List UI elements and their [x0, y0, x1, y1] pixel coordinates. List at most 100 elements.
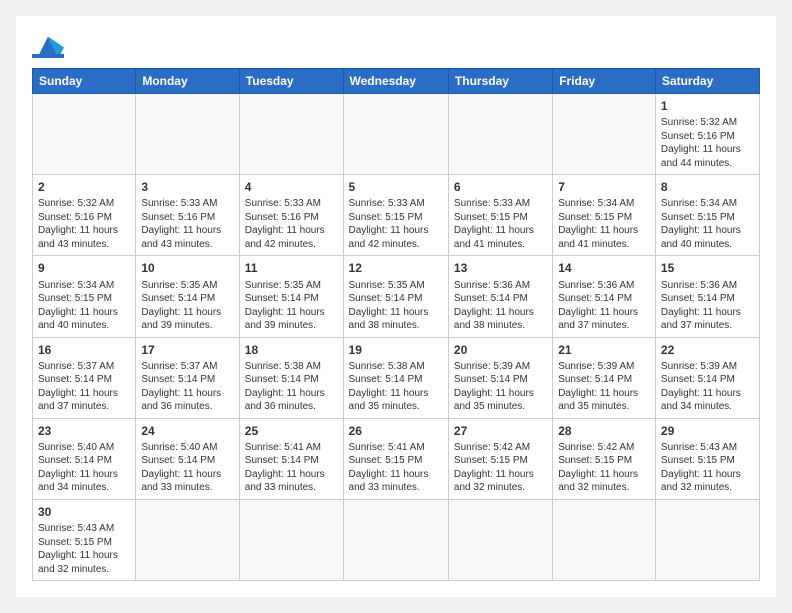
day-cell-30: 30 Sunrise: 5:43 AMSunset: 5:15 PMDayligh…	[33, 499, 136, 580]
day-cell-25: 25Sunrise: 5:41 AMSunset: 5:14 PMDayligh…	[239, 418, 343, 499]
logo-icon	[32, 32, 64, 60]
sunrise-label: Sunrise: 5:37 AM	[141, 361, 217, 372]
daylight-label: Daylight: 11 hours and 44 minutes.	[661, 144, 741, 169]
day-cell-4: 4Sunrise: 5:33 AMSunset: 5:16 PMDaylight…	[239, 175, 343, 256]
daylight-label: Daylight: 11 hours and 38 minutes.	[349, 307, 429, 332]
day-cell-23: 23Sunrise: 5:40 AMSunset: 5:14 PMDayligh…	[33, 418, 136, 499]
empty-cell	[239, 499, 343, 580]
weekday-header-tuesday: Tuesday	[239, 69, 343, 94]
daylight-label: Daylight: 11 hours and 39 minutes.	[245, 307, 325, 332]
day-cell-7: 7 Sunrise: 5:34 AMSunset: 5:15 PMDaylight…	[553, 175, 656, 256]
calendar-row-4: 23Sunrise: 5:40 AMSunset: 5:14 PMDayligh…	[33, 418, 760, 499]
sunset-label: Sunset: 5:14 PM	[558, 374, 632, 385]
sunset-label: Sunset: 5:14 PM	[245, 455, 319, 466]
day-number-25: 25	[245, 423, 338, 439]
calendar-row-3: 16Sunrise: 5:37 AMSunset: 5:14 PMDayligh…	[33, 337, 760, 418]
sunrise-label: Sunrise: 5:40 AM	[141, 442, 217, 453]
sunset-label: Sunset: 5:14 PM	[245, 374, 319, 385]
calendar-table: SundayMondayTuesdayWednesdayThursdayFrid…	[32, 68, 760, 581]
day-info-10: Sunrise: 5:35 AMSunset: 5:14 PMDaylight:…	[141, 279, 233, 333]
day-number-12: 12	[349, 260, 443, 276]
sunrise-label: Sunrise: 5:42 AM	[558, 442, 634, 453]
day-cell-19: 19Sunrise: 5:38 AMSunset: 5:14 PMDayligh…	[343, 337, 448, 418]
day-cell-6: 6Sunrise: 5:33 AMSunset: 5:15 PMDaylight…	[448, 175, 552, 256]
day-number-9: 9	[38, 260, 130, 276]
day-cell-12: 12Sunrise: 5:35 AMSunset: 5:14 PMDayligh…	[343, 256, 448, 337]
day-info-30: Sunrise: 5:43 AMSunset: 5:15 PMDaylight:…	[38, 522, 130, 576]
empty-cell	[239, 94, 343, 175]
sunrise-label: Sunrise: 5:36 AM	[454, 280, 530, 291]
day-number-30: 30	[38, 504, 130, 520]
day-cell-20: 20Sunrise: 5:39 AMSunset: 5:14 PMDayligh…	[448, 337, 552, 418]
day-info-18: Sunrise: 5:38 AMSunset: 5:14 PMDaylight:…	[245, 360, 338, 414]
sunset-label: Sunset: 5:16 PM	[141, 212, 215, 223]
empty-cell	[136, 499, 239, 580]
sunset-label: Sunset: 5:14 PM	[349, 374, 423, 385]
daylight-label: Daylight: 11 hours and 33 minutes.	[141, 469, 221, 494]
sunrise-label: Sunrise: 5:41 AM	[245, 442, 321, 453]
day-info-22: Sunrise: 5:39 AMSunset: 5:14 PMDaylight:…	[661, 360, 754, 414]
day-info-2: Sunrise: 5:32 AMSunset: 5:16 PMDaylight:…	[38, 197, 130, 251]
sunrise-label: Sunrise: 5:35 AM	[245, 280, 321, 291]
sunset-label: Sunset: 5:14 PM	[245, 293, 319, 304]
daylight-label: Daylight: 11 hours and 41 minutes.	[454, 225, 534, 250]
logo-area	[32, 32, 68, 60]
day-number-10: 10	[141, 260, 233, 276]
day-cell-14: 14Sunrise: 5:36 AMSunset: 5:14 PMDayligh…	[553, 256, 656, 337]
sunset-label: Sunset: 5:16 PM	[661, 131, 735, 142]
day-info-1: Sunrise: 5:32 AM Sunset: 5:16 PM Daylight:…	[661, 116, 754, 170]
day-info-8: Sunrise: 5:34 AMSunset: 5:15 PMDaylight:…	[661, 197, 754, 251]
sunrise-label: Sunrise: 5:35 AM	[141, 280, 217, 291]
day-number-21: 21	[558, 342, 650, 358]
daylight-label: Daylight: 11 hours and 36 minutes.	[141, 388, 221, 413]
day-number-4: 4	[245, 179, 338, 195]
sunrise-label: Sunrise: 5:39 AM	[454, 361, 530, 372]
day-info-13: Sunrise: 5:36 AMSunset: 5:14 PMDaylight:…	[454, 279, 547, 333]
day-number-11: 11	[245, 260, 338, 276]
daylight-label: Daylight: 11 hours and 37 minutes.	[38, 388, 118, 413]
sunset-label: Sunset: 5:15 PM	[558, 212, 632, 223]
day-cell-26: 26Sunrise: 5:41 AMSunset: 5:15 PMDayligh…	[343, 418, 448, 499]
daylight-label: Daylight: 11 hours and 33 minutes.	[349, 469, 429, 494]
day-number-17: 17	[141, 342, 233, 358]
sunset-label: Sunset: 5:15 PM	[454, 212, 528, 223]
day-cell-8: 8Sunrise: 5:34 AMSunset: 5:15 PMDaylight…	[655, 175, 759, 256]
sunrise-label: Sunrise: 5:33 AM	[349, 198, 425, 209]
daylight-label: Daylight: 11 hours and 32 minutes.	[661, 469, 741, 494]
calendar-row-2: 9Sunrise: 5:34 AMSunset: 5:15 PMDaylight…	[33, 256, 760, 337]
day-cell-21: 21 Sunrise: 5:39 AMSunset: 5:14 PMDayligh…	[553, 337, 656, 418]
day-cell-18: 18 Sunrise: 5:38 AMSunset: 5:14 PMDayligh…	[239, 337, 343, 418]
day-number-18: 18	[245, 342, 338, 358]
day-info-26: Sunrise: 5:41 AMSunset: 5:15 PMDaylight:…	[349, 441, 443, 495]
sunrise-label: Sunrise: 5:43 AM	[38, 523, 114, 534]
day-info-7: Sunrise: 5:34 AMSunset: 5:15 PMDaylight:…	[558, 197, 650, 251]
sunrise-label: Sunrise: 5:32 AM	[661, 117, 737, 128]
daylight-label: Daylight: 11 hours and 35 minutes.	[454, 388, 534, 413]
weekday-header-wednesday: Wednesday	[343, 69, 448, 94]
daylight-label: Daylight: 11 hours and 32 minutes.	[454, 469, 534, 494]
daylight-label: Daylight: 11 hours and 32 minutes.	[38, 550, 118, 575]
empty-cell	[343, 499, 448, 580]
sunset-label: Sunset: 5:14 PM	[661, 293, 735, 304]
day-number-7: 7	[558, 179, 650, 195]
day-cell-2: 2 Sunrise: 5:32 AMSunset: 5:16 PMDaylight…	[33, 175, 136, 256]
calendar-row-5: 30 Sunrise: 5:43 AMSunset: 5:15 PMDayligh…	[33, 499, 760, 580]
weekday-header-friday: Friday	[553, 69, 656, 94]
day-info-28: Sunrise: 5:42 AM Sunset: 5:15 PM Daylight:…	[558, 441, 650, 495]
day-number-5: 5	[349, 179, 443, 195]
day-info-17: Sunrise: 5:37 AMSunset: 5:14 PMDaylight:…	[141, 360, 233, 414]
daylight-label: Daylight: 11 hours and 37 minutes.	[661, 307, 741, 332]
day-number-3: 3	[141, 179, 233, 195]
sunrise-label: Sunrise: 5:36 AM	[558, 280, 634, 291]
day-info-24: Sunrise: 5:40 AMSunset: 5:14 PMDaylight:…	[141, 441, 233, 495]
sunrise-label: Sunrise: 5:40 AM	[38, 442, 114, 453]
day-number-16: 16	[38, 342, 130, 358]
daylight-label: Daylight: 11 hours and 42 minutes.	[349, 225, 429, 250]
day-cell-9: 9Sunrise: 5:34 AMSunset: 5:15 PMDaylight…	[33, 256, 136, 337]
day-info-21: Sunrise: 5:39 AMSunset: 5:14 PMDaylight:…	[558, 360, 650, 414]
day-number-2: 2	[38, 179, 130, 195]
sunset-label: Sunset: 5:15 PM	[558, 455, 632, 466]
daylight-label: Daylight: 11 hours and 32 minutes.	[558, 469, 638, 494]
day-cell-1: 1Sunrise: 5:32 AMSunset: 5:16 PMDaylight…	[655, 94, 759, 175]
sunrise-label: Sunrise: 5:35 AM	[349, 280, 425, 291]
